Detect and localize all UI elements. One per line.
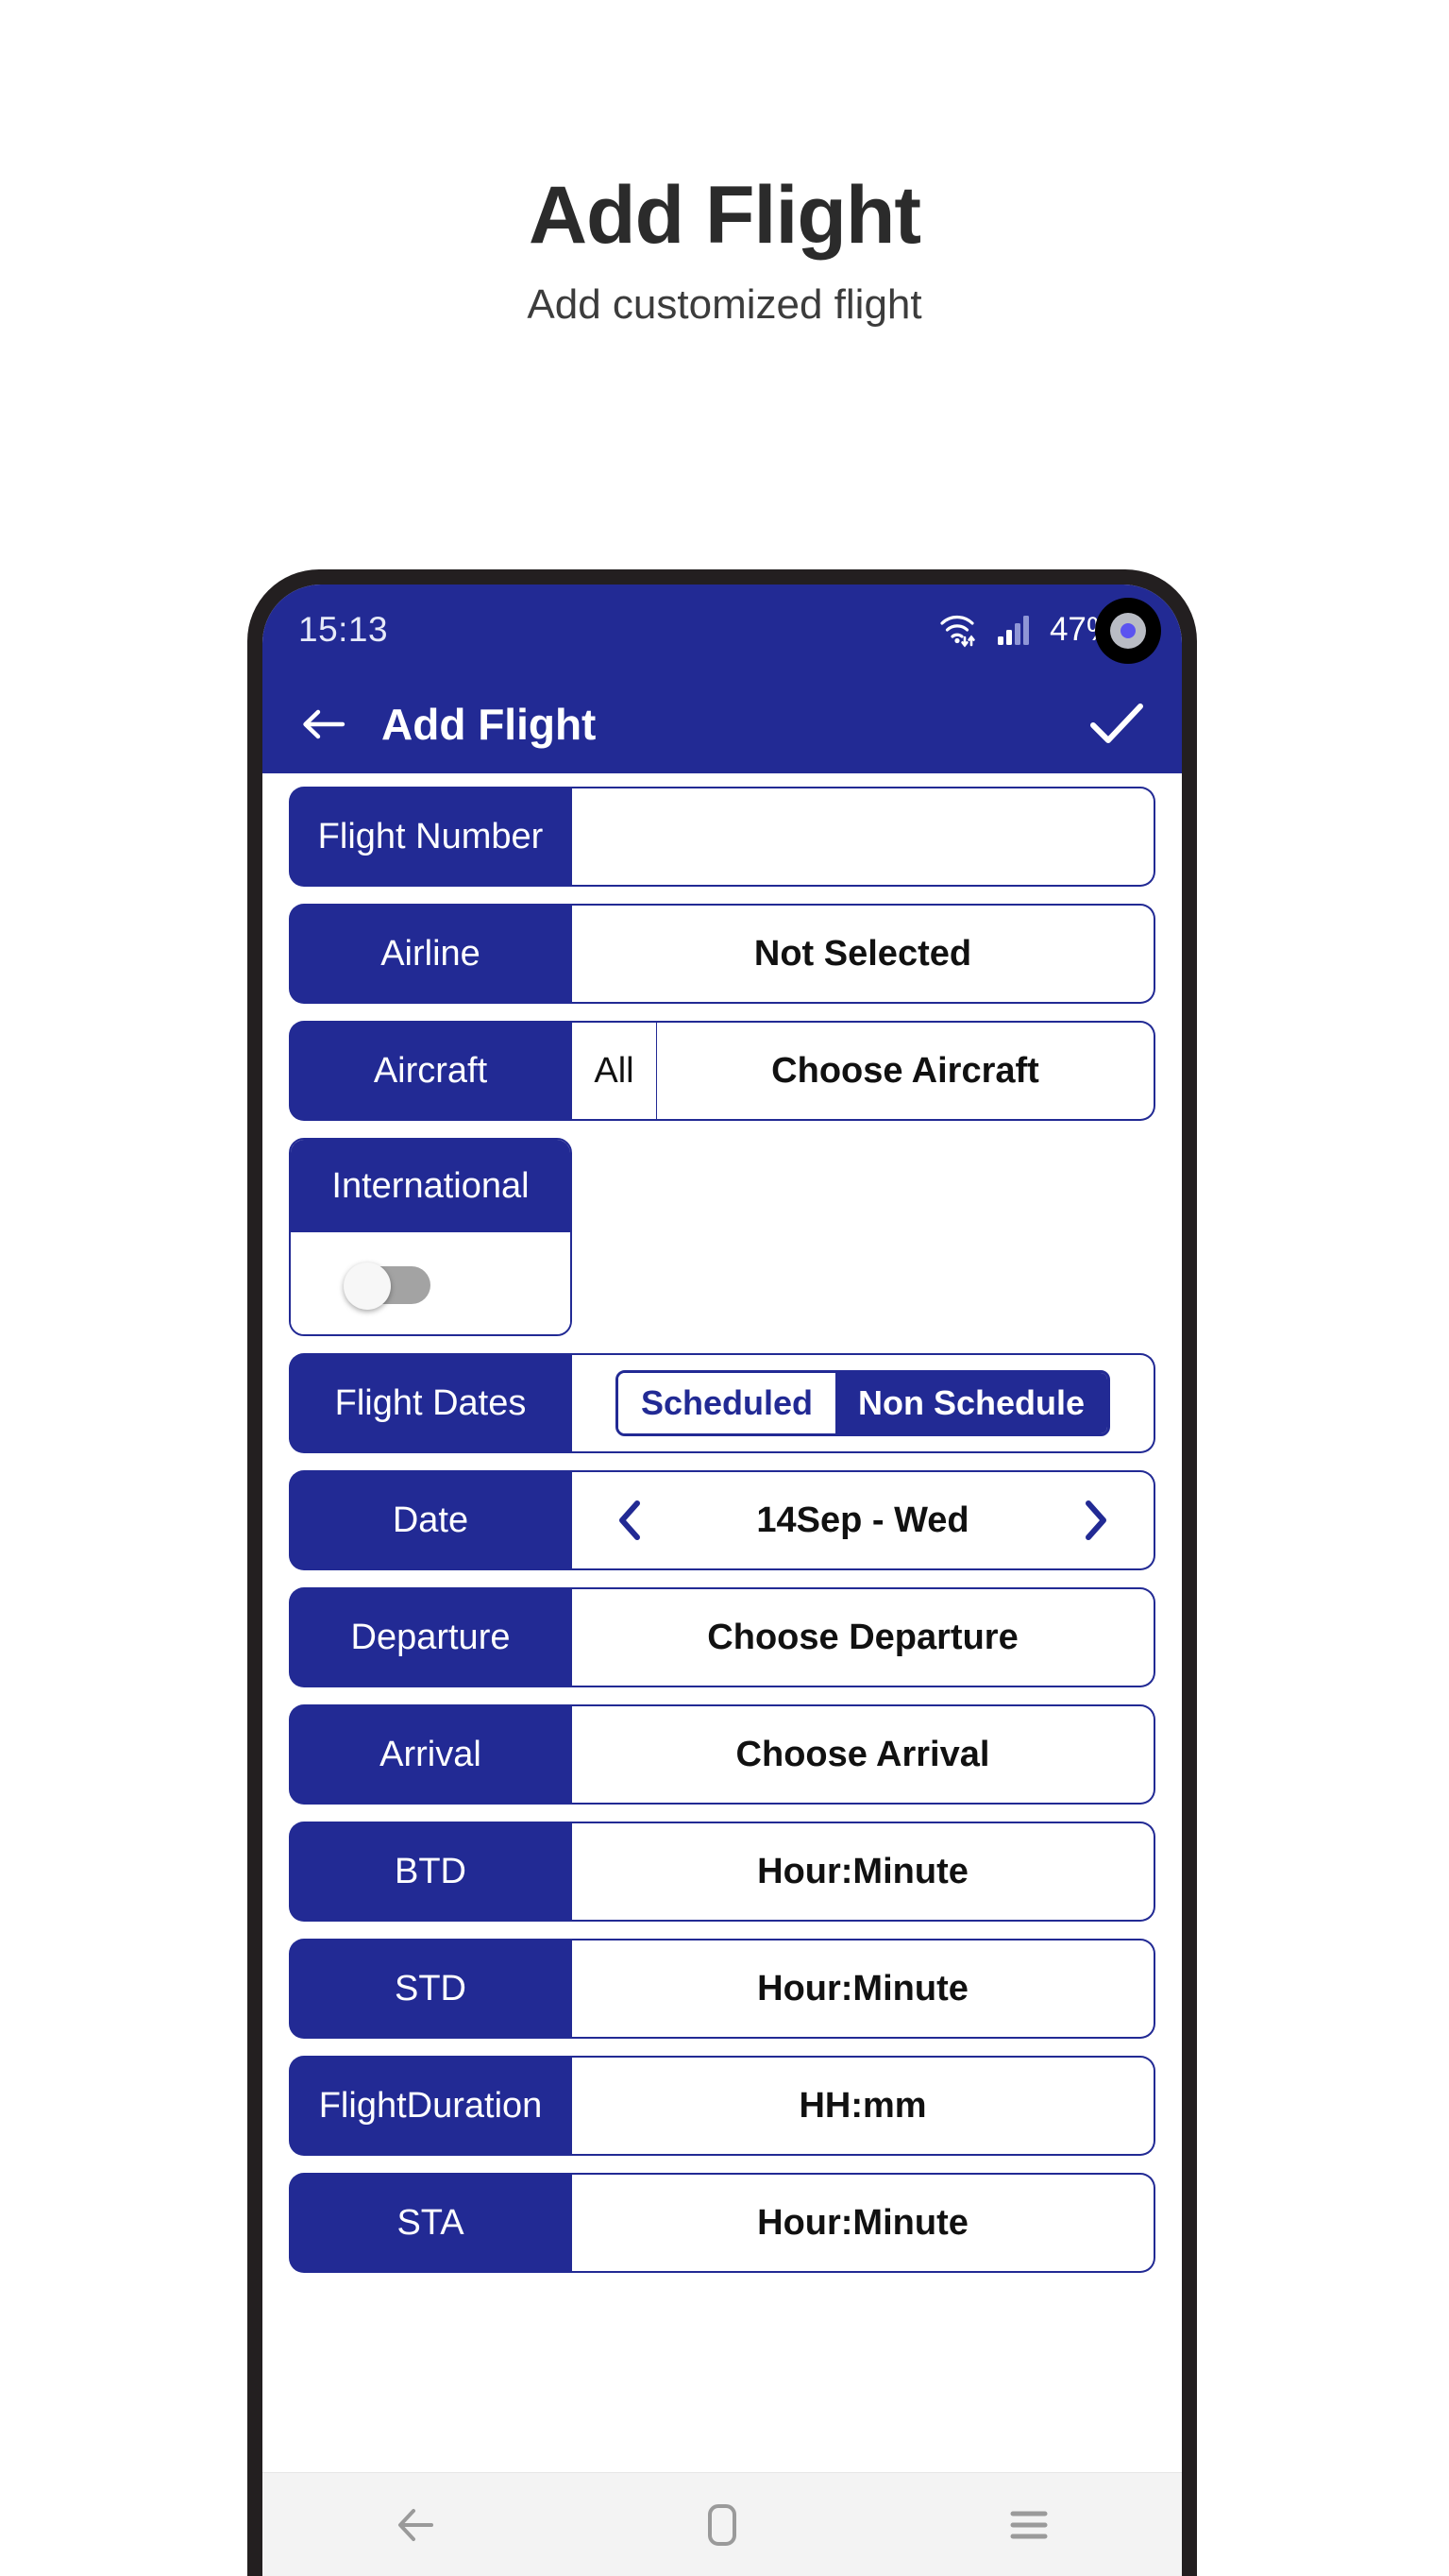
form-row-sta[interactable]: STA Hour:Minute <box>289 2173 1155 2273</box>
form-row-international[interactable]: International <box>289 1138 1155 1336</box>
row-label-international: International <box>291 1140 570 1232</box>
form-row-std[interactable]: STD Hour:Minute <box>289 1939 1155 2039</box>
toggle-knob[interactable] <box>344 1263 391 1310</box>
form-row-date[interactable]: Date 14Sep - Wed <box>289 1470 1155 1570</box>
row-label-flight-number: Flight Number <box>289 787 572 887</box>
segment-non-schedule[interactable]: Non Schedule <box>835 1373 1108 1433</box>
page-title: Add Flight <box>528 170 921 261</box>
status-bar: 15:13 47% <box>262 585 1182 675</box>
form-row-flight-dates[interactable]: Flight Dates Scheduled Non Schedule <box>289 1353 1155 1453</box>
form-body: Flight Number Airline Not Selected Aircr… <box>262 773 1182 2472</box>
row-label-flight-dates: Flight Dates <box>289 1353 572 1453</box>
sta-time-input[interactable]: Hour:Minute <box>572 2173 1155 2273</box>
chevron-left-icon[interactable] <box>604 1499 657 1542</box>
page-subtitle: Add customized flight <box>527 281 922 328</box>
page-header: Add Flight Add customized flight <box>0 0 1449 326</box>
camera-lens <box>1120 623 1136 638</box>
flight-number-input[interactable] <box>572 787 1155 887</box>
form-row-flight-duration[interactable]: FlightDuration HH:mm <box>289 2056 1155 2156</box>
status-time: 15:13 <box>298 610 389 649</box>
row-label-date: Date <box>289 1470 572 1570</box>
wifi-arrows-icon <box>938 611 982 649</box>
cellular-signal-icon <box>997 614 1033 646</box>
btd-time-input[interactable]: Hour:Minute <box>572 1822 1155 1922</box>
row-label-std: STD <box>289 1939 572 2039</box>
check-icon[interactable] <box>1084 691 1150 757</box>
phone-frame: 15:13 47% Add Flight Flight Number Airli… <box>247 569 1197 2576</box>
airline-selector[interactable]: Not Selected <box>572 904 1155 1004</box>
android-navigation-bar <box>262 2472 1182 2576</box>
form-row-airline[interactable]: Airline Not Selected <box>289 904 1155 1004</box>
row-label-airline: Airline <box>289 904 572 1004</box>
departure-selector[interactable]: Choose Departure <box>572 1587 1155 1687</box>
android-home-icon[interactable] <box>680 2492 765 2558</box>
international-toggle[interactable] <box>344 1263 430 1310</box>
form-row-flight-number[interactable]: Flight Number <box>289 787 1155 887</box>
row-label-sta: STA <box>289 2173 572 2273</box>
camera-ring <box>1110 613 1146 649</box>
date-stepper: 14Sep - Wed <box>572 1499 1154 1542</box>
phone-screen: 15:13 47% Add Flight Flight Number Airli… <box>262 585 1182 2576</box>
international-toggle-area[interactable] <box>291 1232 570 1334</box>
form-row-arrival[interactable]: Arrival Choose Arrival <box>289 1704 1155 1805</box>
form-row-aircraft[interactable]: Aircraft All Choose Aircraft <box>289 1021 1155 1121</box>
aircraft-all-filter[interactable]: All <box>572 1021 657 1121</box>
flight-dates-value: Scheduled Non Schedule <box>572 1353 1155 1453</box>
row-label-flight-duration: FlightDuration <box>289 2056 572 2156</box>
app-bar: Add Flight <box>262 675 1182 773</box>
flight-duration-input[interactable]: HH:mm <box>572 2056 1155 2156</box>
arrow-left-icon[interactable] <box>293 693 355 755</box>
international-box: International <box>289 1138 572 1336</box>
row-label-btd: BTD <box>289 1822 572 1922</box>
arrival-selector[interactable]: Choose Arrival <box>572 1704 1155 1805</box>
segment-scheduled[interactable]: Scheduled <box>617 1373 835 1433</box>
front-camera-punch-hole <box>1095 598 1161 664</box>
row-label-departure: Departure <box>289 1587 572 1687</box>
flight-dates-segmented-control[interactable]: Scheduled Non Schedule <box>615 1370 1111 1436</box>
android-recents-icon[interactable] <box>986 2492 1071 2558</box>
app-bar-title: Add Flight <box>381 700 597 749</box>
form-row-btd[interactable]: BTD Hour:Minute <box>289 1822 1155 1922</box>
chevron-right-icon[interactable] <box>1069 1499 1121 1542</box>
date-value[interactable]: 14Sep - Wed <box>657 1500 1069 1541</box>
std-time-input[interactable]: Hour:Minute <box>572 1939 1155 2039</box>
android-back-icon[interactable] <box>373 2492 458 2558</box>
row-label-arrival: Arrival <box>289 1704 572 1805</box>
aircraft-selector[interactable]: Choose Aircraft <box>657 1021 1155 1121</box>
date-value-cell: 14Sep - Wed <box>572 1470 1155 1570</box>
row-label-aircraft: Aircraft <box>289 1021 572 1121</box>
form-row-departure[interactable]: Departure Choose Departure <box>289 1587 1155 1687</box>
phone-mockup: 15:13 47% Add Flight Flight Number Airli… <box>247 569 1197 2576</box>
